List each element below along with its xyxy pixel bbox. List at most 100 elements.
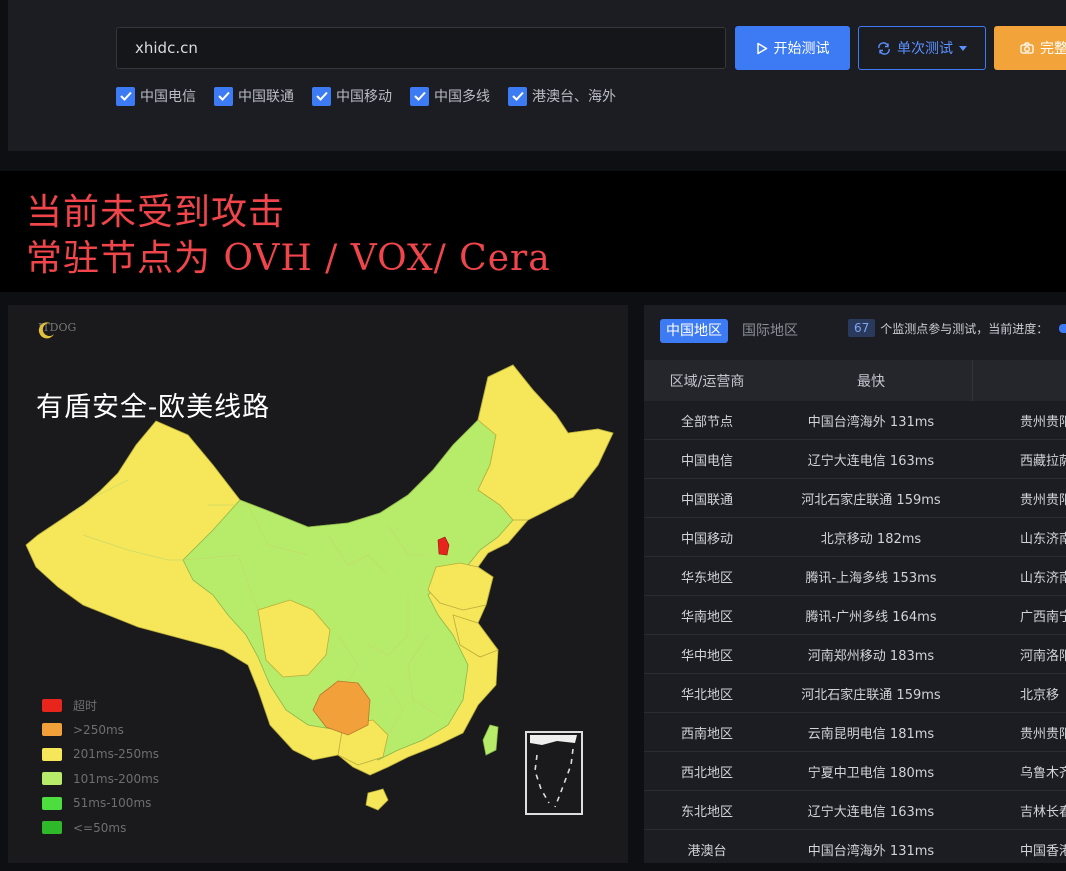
header-region: 区域/运营商	[669, 373, 745, 390]
table-row[interactable]: 港澳台 中国台湾海外 131ms 中国香港	[644, 830, 1066, 863]
map-title: 有盾安全-欧美线路	[36, 392, 271, 423]
cell-slowest: 贵州贵阳	[1020, 414, 1066, 430]
filter-telecom[interactable]: 中国电信	[116, 86, 196, 106]
cell-fastest: 河北石家庄联通 159ms	[801, 687, 941, 703]
checkbox-checked-icon[interactable]	[312, 86, 331, 106]
tab-international[interactable]: 国际地区	[736, 319, 804, 343]
isp-filter-group: 中国电信 中国联通 中国移动 中国多线 港澳台、海外	[116, 86, 616, 106]
legend-item[interactable]: 101ms-200ms	[42, 767, 159, 792]
table-row[interactable]: 华东地区 腾讯-上海多线 153ms 山东济南	[644, 557, 1066, 596]
legend-label: >250ms	[73, 722, 124, 737]
checkbox-checked-icon[interactable]	[214, 86, 233, 106]
map-region-hainan	[365, 788, 389, 811]
full-test-label: 完整	[1040, 41, 1066, 57]
domain-input[interactable]: xhidc.cn	[116, 27, 726, 69]
legend-swatch	[42, 796, 62, 810]
cell-region: 西南地区	[680, 726, 733, 742]
cell-slowest: 西藏拉萨	[1020, 453, 1066, 469]
monitor-count-badge: 67	[848, 319, 876, 337]
legend-swatch	[42, 698, 62, 712]
region-tabs: 中国地区 国际地区	[660, 319, 804, 343]
cell-slowest: 贵州贵阳	[1020, 726, 1066, 742]
resident-nodes-text: 常驻节点为 OVH / VOX/ Cera	[26, 238, 551, 279]
cell-slowest: 广西南宁	[1020, 609, 1066, 625]
table-row[interactable]: 华北地区 河北石家庄联通 159ms 北京移	[644, 674, 1066, 713]
cell-slowest: 北京移	[1020, 687, 1060, 703]
cell-fastest: 辽宁大连电信 163ms	[807, 804, 935, 820]
legend-label: 超时	[73, 698, 98, 713]
legend-swatch	[42, 723, 62, 737]
map-region-taiwan	[482, 724, 499, 756]
filter-unicom[interactable]: 中国联通	[214, 86, 294, 106]
itdog-logo: ITDOG	[38, 321, 76, 339]
camera-icon	[1020, 42, 1034, 54]
cell-region: 华中地区	[680, 648, 733, 664]
cell-fastest: 宁夏中卫电信 180ms	[807, 765, 935, 781]
tab-china[interactable]: 中国地区	[660, 319, 728, 343]
table-row[interactable]: 西北地区 宁夏中卫电信 180ms 乌鲁木齐	[644, 752, 1066, 791]
cell-region: 中国电信	[680, 453, 733, 469]
cell-fastest: 腾讯-广州多线 164ms	[805, 609, 937, 625]
table-row[interactable]: 中国移动 北京移动 182ms 山东济南	[644, 518, 1066, 557]
monitor-text: 个监测点参与测试，当前进度：	[880, 321, 1049, 336]
checkbox-checked-icon[interactable]	[116, 86, 135, 106]
cell-fastest: 辽宁大连电信 163ms	[807, 453, 935, 469]
legend-item[interactable]: >250ms	[42, 718, 159, 743]
play-icon	[756, 42, 767, 54]
legend-item[interactable]: <=50ms	[42, 816, 159, 841]
header-fastest: 最快	[857, 373, 885, 390]
cell-region: 华南地区	[680, 609, 733, 625]
table-row[interactable]: 华中地区 河南郑州移动 183ms 河南洛阳	[644, 635, 1066, 674]
legend-label: 51ms-100ms	[73, 796, 152, 811]
filter-label: 港澳台、海外	[532, 89, 616, 105]
table-header: 区域/运营商 最快	[644, 360, 1066, 401]
table-row[interactable]: 中国联通 河北石家庄联通 159ms 贵州贵阳	[644, 479, 1066, 518]
start-test-label: 开始测试	[773, 41, 830, 57]
cell-region: 港澳台	[687, 843, 727, 859]
filter-label: 中国移动	[336, 89, 392, 105]
south-china-sea-inset	[525, 731, 583, 815]
table-row[interactable]: 华南地区 腾讯-广州多线 164ms 广西南宁	[644, 596, 1066, 635]
table-row[interactable]: 东北地区 辽宁大连电信 163ms 吉林长春	[644, 791, 1066, 830]
filter-mobile[interactable]: 中国移动	[312, 86, 392, 106]
cell-region: 西北地区	[680, 765, 733, 781]
cell-region: 华北地区	[680, 687, 733, 703]
checkbox-checked-icon[interactable]	[410, 86, 429, 106]
legend-item[interactable]: 超时	[42, 693, 159, 718]
legend-swatch	[42, 821, 62, 835]
cell-region: 东北地区	[680, 804, 733, 820]
cell-slowest: 吉林长春	[1020, 804, 1066, 820]
legend-item[interactable]: 51ms-100ms	[42, 791, 159, 816]
table-row[interactable]: 中国电信 辽宁大连电信 163ms 西藏拉萨	[644, 440, 1066, 479]
cell-slowest: 山东济南	[1020, 570, 1066, 586]
legend-swatch	[42, 772, 62, 786]
table-row[interactable]: 全部节点 中国台湾海外 131ms 贵州贵阳	[644, 401, 1066, 440]
cell-fastest: 中国台湾海外 131ms	[807, 414, 935, 430]
checkbox-checked-icon[interactable]	[508, 86, 527, 106]
map-region-northeast-yellow	[477, 364, 614, 521]
table-row[interactable]: 西南地区 云南昆明电信 181ms 贵州贵阳	[644, 713, 1066, 752]
monitor-status: 67 个监测点参与测试，当前进度：	[848, 319, 1066, 337]
filter-multiline[interactable]: 中国多线	[410, 86, 490, 106]
results-panel: 中国地区 国际地区 67 个监测点参与测试，当前进度： 区域/运营商 最快 全部…	[644, 305, 1066, 863]
progress-bar	[1059, 323, 1066, 333]
filter-overseas[interactable]: 港澳台、海外	[508, 86, 616, 106]
legend-item[interactable]: 201ms-250ms	[42, 742, 159, 767]
single-test-dropdown[interactable]: 单次测试	[858, 26, 986, 70]
crescent-moon-icon	[38, 322, 54, 339]
cell-region: 华东地区	[680, 570, 733, 586]
single-test-label: 单次测试	[897, 41, 953, 57]
attack-status-text: 当前未受到攻击	[26, 192, 286, 233]
cell-fastest: 云南昆明电信 181ms	[807, 726, 935, 742]
start-test-button[interactable]: 开始测试	[735, 26, 850, 70]
cell-slowest: 山东济南	[1020, 531, 1066, 547]
test-control-panel: xhidc.cn 开始测试 单次测试 完整 中国电信 中国联通 中国移动 中国多…	[8, 0, 1066, 151]
latency-legend: 超时 >250ms 201ms-250ms 101ms-200ms 51ms-1…	[42, 693, 159, 840]
cell-region: 中国移动	[680, 531, 733, 547]
status-banner: 当前未受到攻击 常驻节点为 OVH / VOX/ Cera	[0, 171, 1066, 292]
filter-label: 中国电信	[140, 89, 196, 105]
results-table-body: 全部节点 中国台湾海外 131ms 贵州贵阳 中国电信 辽宁大连电信 163ms 西藏拉萨…	[644, 401, 1066, 863]
cell-slowest: 乌鲁木齐	[1020, 765, 1066, 781]
cell-fastest: 河南郑州移动 183ms	[807, 648, 935, 664]
full-test-button[interactable]: 完整	[994, 26, 1066, 70]
